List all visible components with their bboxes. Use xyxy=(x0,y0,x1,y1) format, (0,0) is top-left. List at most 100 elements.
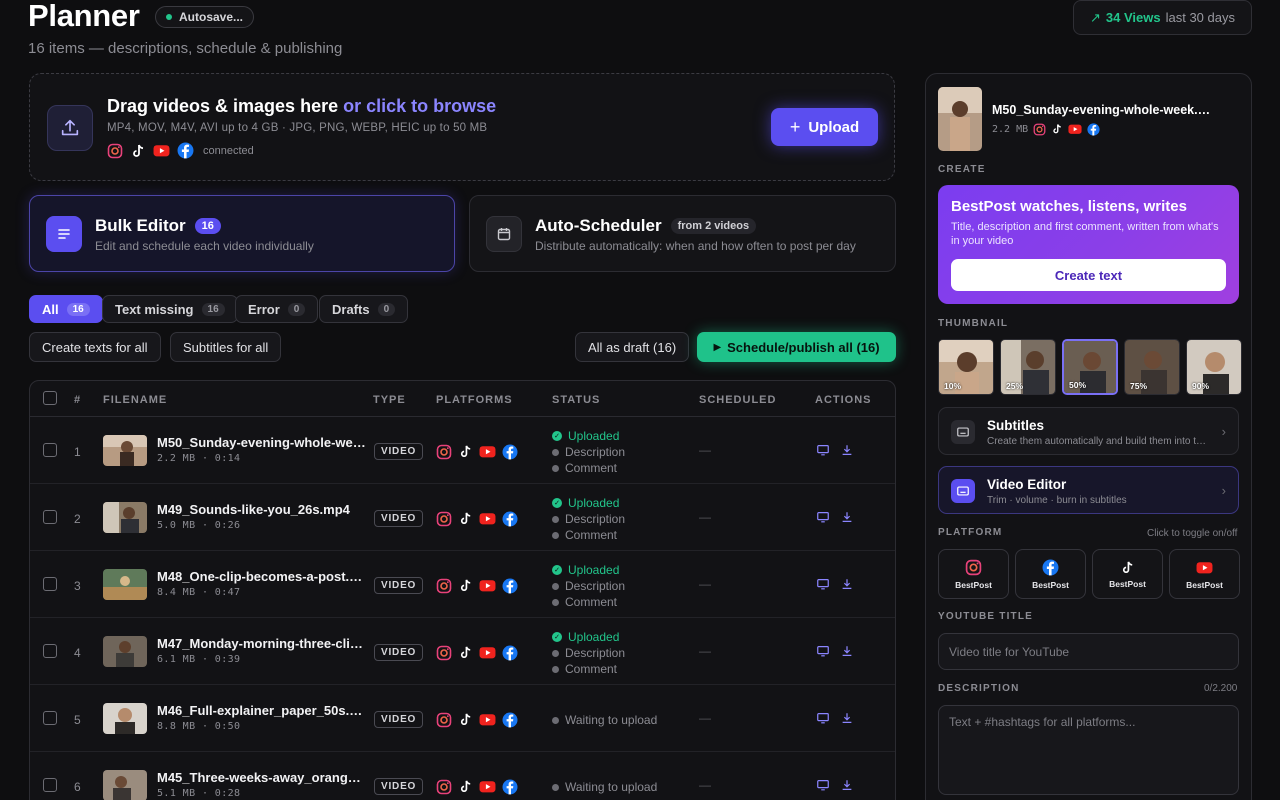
video-thumbnail[interactable] xyxy=(103,569,147,600)
download-icon[interactable] xyxy=(840,644,854,658)
row-actions xyxy=(816,711,854,725)
col-scheduled[interactable]: SCHEDULED xyxy=(699,394,776,406)
filter-error[interactable]: Error 0 xyxy=(235,295,319,323)
status-dot-icon xyxy=(552,531,559,539)
preview-monitor-icon[interactable] xyxy=(816,577,830,591)
thumbnail-section-label: THUMBNAIL xyxy=(938,318,1009,329)
row-number: 4 xyxy=(74,646,81,660)
views-badge[interactable]: ↗ 34 Views last 30 days xyxy=(1073,0,1252,35)
subtitles-all-button[interactable]: Subtitles for all xyxy=(170,332,282,362)
youtube-icon xyxy=(479,644,496,661)
download-icon[interactable] xyxy=(840,577,854,591)
thumbnail-percent: 90% xyxy=(1192,381,1210,391)
row-platforms xyxy=(436,644,518,661)
col-filename[interactable]: FILENAME xyxy=(103,394,167,406)
table-row[interactable]: 6 M45_Three-weeks-away_orange.mp4 5.1 MB… xyxy=(30,752,895,800)
video-thumbnail[interactable] xyxy=(103,636,147,667)
table-row[interactable]: 3 M48_One-clip-becomes-a-post.mp4 8.4 MB… xyxy=(30,551,895,618)
preview-monitor-icon[interactable] xyxy=(816,443,830,457)
type-badge: VIDEO xyxy=(374,644,424,661)
facebook-icon xyxy=(502,511,518,527)
thumbnail-option[interactable]: 75% xyxy=(1124,339,1180,395)
select-all-checkbox[interactable] xyxy=(43,391,57,405)
download-icon[interactable] xyxy=(840,778,854,792)
description-label: DESCRIPTION xyxy=(938,683,1020,694)
filter-text-missing[interactable]: Text missing 16 xyxy=(102,295,238,323)
selected-video-thumbnail[interactable] xyxy=(938,87,982,151)
youtube-icon xyxy=(479,778,496,795)
table-row[interactable]: 2 M49_Sounds-like-you_26s.mp4 5.0 MB · 0… xyxy=(30,484,895,551)
video-thumbnail[interactable] xyxy=(103,770,147,800)
bulk-editor-card[interactable]: Bulk Editor 16 Edit and schedule each vi… xyxy=(29,195,455,272)
video-thumbnail[interactable] xyxy=(103,435,147,466)
status-dot-icon xyxy=(552,783,559,791)
file-meta: 2.2 MB · 0:14 xyxy=(157,453,241,464)
facebook-icon xyxy=(502,645,518,661)
table-row[interactable]: 4 M47_Monday-morning-three-clips.mp4 6.1… xyxy=(30,618,895,685)
description-textarea[interactable] xyxy=(938,705,1239,795)
thumbnail-option[interactable]: 25% xyxy=(1000,339,1056,395)
file-meta: 5.0 MB · 0:26 xyxy=(157,520,241,531)
filter-drafts[interactable]: Drafts 0 xyxy=(319,295,409,323)
youtube-title-input[interactable] xyxy=(938,633,1239,670)
col-status[interactable]: STATUS xyxy=(552,394,600,406)
upload-dropzone[interactable]: Drag videos & images here or click to br… xyxy=(29,73,895,181)
row-checkbox[interactable] xyxy=(43,577,57,591)
thumbnail-option-selected[interactable]: 50% xyxy=(1062,339,1118,395)
table-row[interactable]: 1 M50_Sunday-evening-whole-week.mp4 2.2 … xyxy=(30,417,895,484)
platform-toggle-instagram[interactable]: BestPost xyxy=(938,549,1009,599)
download-icon[interactable] xyxy=(840,510,854,524)
row-checkbox[interactable] xyxy=(43,644,57,658)
status-dot-icon xyxy=(552,448,559,456)
preview-monitor-icon[interactable] xyxy=(816,711,830,725)
all-as-draft-button[interactable]: All as draft (16) xyxy=(575,332,690,362)
video-editor-desc: Trim · volume · burn in subtitles xyxy=(987,495,1127,506)
type-badge: VIDEO xyxy=(374,778,424,795)
chevron-right-icon: › xyxy=(1221,424,1226,439)
bulk-editor-label: Bulk Editor xyxy=(95,216,186,235)
bulk-editor-title: Bulk Editor 16 xyxy=(95,216,221,236)
upload-button[interactable]: + Upload xyxy=(771,108,878,146)
schedule-publish-all-button[interactable]: ▶ Schedule/publish all (16) xyxy=(697,332,896,362)
download-icon[interactable] xyxy=(840,711,854,725)
row-checkbox[interactable] xyxy=(43,443,57,457)
create-texts-all-button[interactable]: Create texts for all xyxy=(29,332,161,362)
row-checkbox[interactable] xyxy=(43,510,57,524)
browse-link[interactable]: or click to browse xyxy=(343,96,496,116)
preview-monitor-icon[interactable] xyxy=(816,778,830,792)
facebook-icon xyxy=(502,444,518,460)
col-type[interactable]: TYPE xyxy=(373,394,406,406)
check-circle-icon: ✓ xyxy=(552,498,562,508)
row-checkbox[interactable] xyxy=(43,711,57,725)
status-comment: Comment xyxy=(565,595,618,609)
thumbnail-option[interactable]: 10% xyxy=(938,339,994,395)
filter-all[interactable]: All 16 xyxy=(29,295,103,323)
views-period: last 30 days xyxy=(1165,10,1235,25)
video-editor-tool[interactable]: Video Editor Trim · volume · burn in sub… xyxy=(938,466,1239,514)
status-dot-icon xyxy=(552,598,559,606)
row-checkbox[interactable] xyxy=(43,778,57,792)
platform-toggle-youtube[interactable]: BestPost xyxy=(1169,549,1240,599)
download-icon[interactable] xyxy=(840,443,854,457)
auto-scheduler-card[interactable]: Auto-Scheduler from 2 videos Distribute … xyxy=(469,195,896,272)
instagram-icon xyxy=(436,645,452,661)
preview-monitor-icon[interactable] xyxy=(816,644,830,658)
bulk-count-badge: 16 xyxy=(194,218,221,234)
preview-monitor-icon[interactable] xyxy=(816,510,830,524)
subtitles-tool[interactable]: Subtitles Create them automatically and … xyxy=(938,407,1239,455)
youtube-icon xyxy=(479,711,496,728)
youtube-title-label: YOUTUBE TITLE xyxy=(938,611,1034,622)
video-thumbnail[interactable] xyxy=(103,502,147,533)
platform-toggle-tiktok[interactable]: BestPost xyxy=(1092,549,1163,599)
video-thumbnail[interactable] xyxy=(103,703,147,734)
thumbnail-option[interactable]: 90% xyxy=(1186,339,1242,395)
table-row[interactable]: 5 M46_Full-explainer_paper_50s.mp4 8.8 M… xyxy=(30,685,895,752)
youtube-icon xyxy=(1196,559,1213,576)
chevron-right-icon: › xyxy=(1221,483,1226,498)
row-platforms xyxy=(436,443,518,460)
thumbnail-percent: 25% xyxy=(1006,381,1024,391)
create-text-button[interactable]: Create text xyxy=(951,259,1226,291)
row-platforms xyxy=(436,577,518,594)
thumbnail-percent: 75% xyxy=(1130,381,1148,391)
platform-toggle-facebook[interactable]: BestPost xyxy=(1015,549,1086,599)
